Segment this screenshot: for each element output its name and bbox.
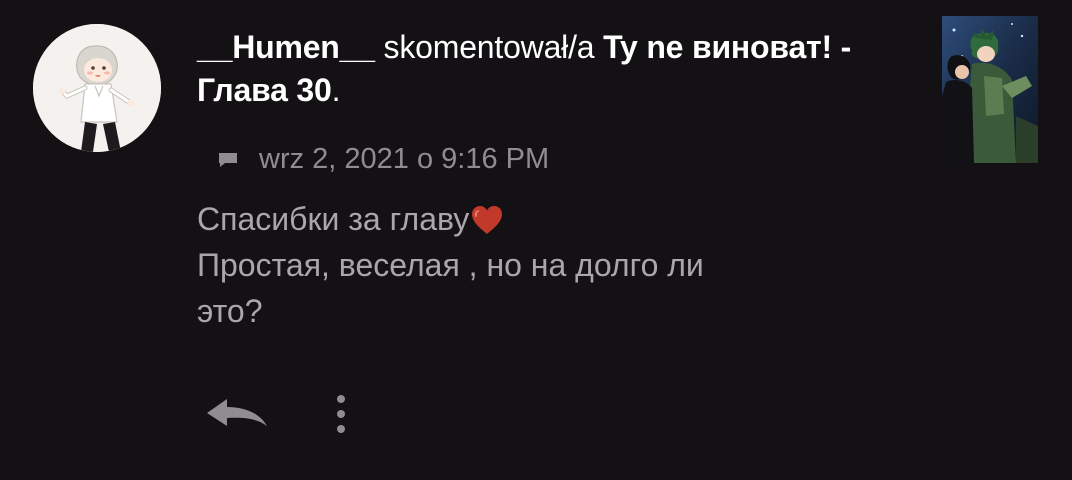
more-options-button[interactable] — [325, 389, 357, 439]
comment-meta: wrz 2, 2021 o 9:16 PM — [217, 140, 549, 178]
comment-line-3: это? — [197, 293, 263, 329]
username-link[interactable]: __Humen__ — [197, 29, 375, 65]
story-cover-art-icon — [942, 16, 1038, 163]
comment-line-2: Простая, веселая , но на долго ли — [197, 247, 704, 283]
reply-button[interactable] — [203, 392, 273, 436]
heart-icon — [470, 204, 504, 236]
comment-icon — [217, 148, 239, 170]
avatar-chibi-figure-icon — [33, 24, 161, 152]
comment-body: Спасибки за главу Простая, веселая , но … — [197, 196, 917, 334]
reply-icon — [207, 399, 267, 426]
comment-line-1: Спасибки за главу — [197, 201, 470, 237]
comment-line: Спасибки за главу — [197, 196, 917, 242]
user-avatar[interactable] — [33, 24, 161, 152]
more-vertical-icon — [337, 395, 345, 433]
comment-timestamp: wrz 2, 2021 o 9:16 PM — [259, 142, 550, 175]
headline-period: . — [331, 72, 341, 108]
story-cover-thumbnail[interactable] — [942, 16, 1038, 163]
comment-headline: __Humen__ skomentował/a Ty ne виноват! -… — [197, 26, 897, 112]
commented-verb: skomentował/a — [374, 29, 604, 65]
